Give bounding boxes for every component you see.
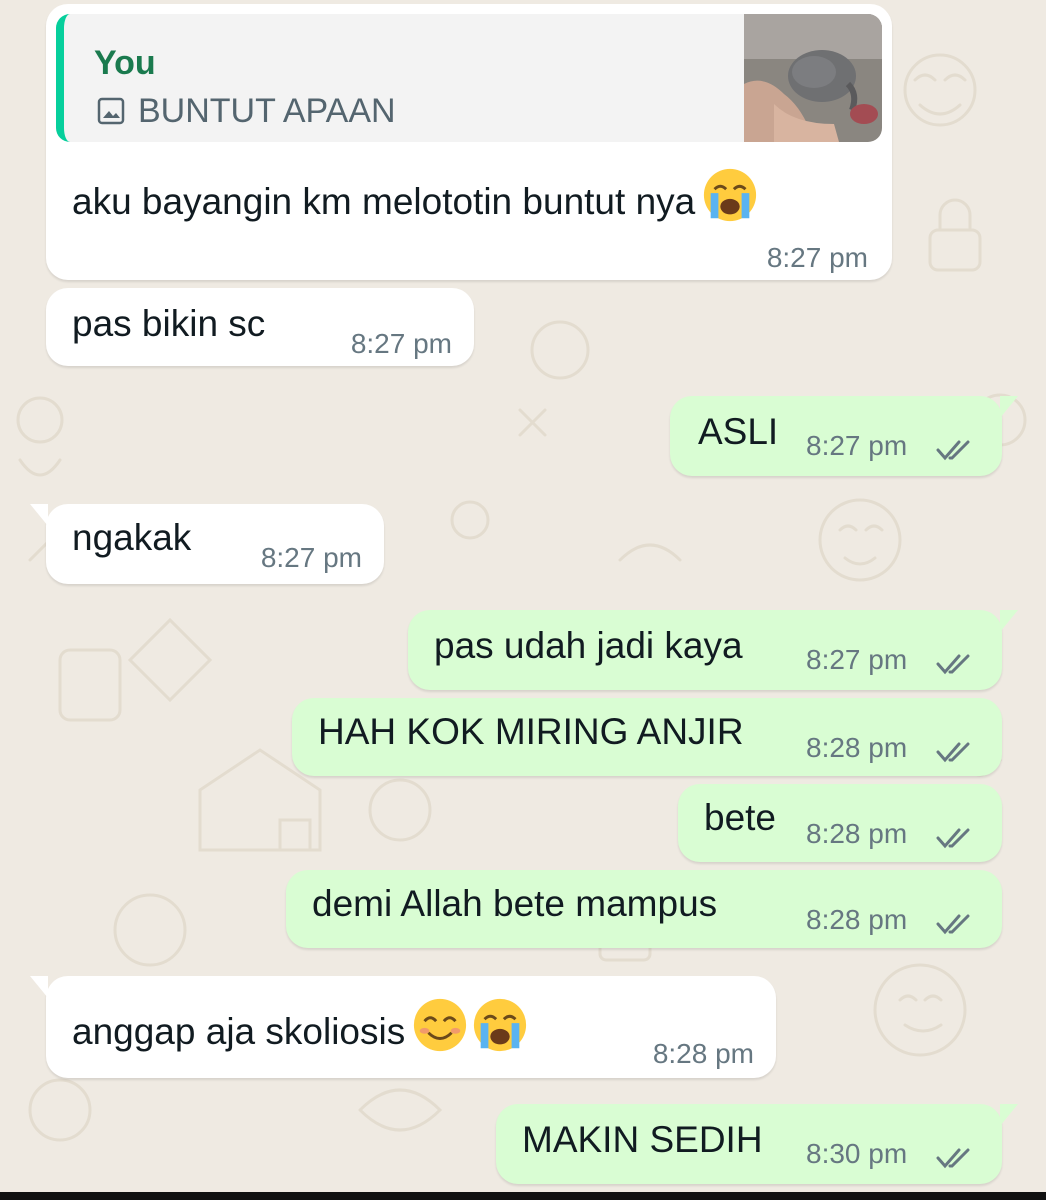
message-timestamp: 8:27 pm (260, 542, 362, 573)
quoted-photo-thumbnail (744, 14, 882, 142)
message-text: aku bayangin km melototin buntut nya (72, 166, 759, 224)
smiling-face-with-smiling-eyes-emoji-icon (414, 998, 467, 1052)
quoted-author: You (94, 44, 156, 82)
message-timestamp: 8:28 pm (806, 818, 908, 849)
message-text: ngakak (72, 517, 192, 558)
photo-icon (97, 97, 125, 125)
message-bubble-outgoing[interactable]: MAKIN SEDIH 8:30 pm (496, 1104, 1018, 1184)
message-bubble-incoming[interactable]: anggap aja skoliosis 8:28 pm (30, 976, 776, 1078)
message-timestamp: 8:27 pm (806, 430, 908, 461)
message-bubble-outgoing[interactable]: bete 8:28 pm (678, 784, 1002, 862)
message-timestamp: 8:30 pm (806, 1138, 908, 1169)
message-text: pas udah jadi kaya (434, 625, 743, 666)
loudly-crying-face-emoji-icon (474, 998, 527, 1052)
message-text: anggap aja skoliosis (72, 996, 529, 1054)
message-timestamp: 8:28 pm (806, 904, 908, 935)
message-bubble-outgoing[interactable]: pas udah jadi kaya 8:27 pm (408, 610, 1018, 690)
message-bubble-incoming[interactable]: ngakak 8:27 pm (30, 504, 384, 584)
message-text: HAH KOK MIRING ANJIR (318, 711, 744, 752)
message-bubble-outgoing[interactable]: ASLI 8:27 pm (670, 396, 1018, 476)
message-text: demi Allah bete mampus (312, 883, 718, 924)
loudly-crying-face-emoji-icon (704, 168, 757, 222)
message-bubble-outgoing[interactable]: HAH KOK MIRING ANJIR 8:28 pm (292, 698, 1002, 776)
message-timestamp: 8:27 pm (350, 328, 452, 359)
chat-window: You BUNTUT APAAN aku bayangin km melotot… (0, 0, 1046, 1200)
quoted-message[interactable]: You BUNTUT APAAN (56, 14, 882, 142)
message-text: bete (704, 797, 777, 838)
message-bubble-incoming[interactable]: pas bikin sc 8:27 pm (46, 288, 474, 366)
message-timestamp: 8:28 pm (652, 1038, 754, 1069)
read-double-check-icon (936, 914, 970, 935)
quoted-caption-row: BUNTUT APAAN (96, 92, 396, 131)
message-text: ASLI (698, 411, 779, 452)
read-double-check-icon (936, 1148, 970, 1169)
message-timestamp: 8:28 pm (806, 732, 908, 763)
read-double-check-icon (936, 440, 970, 461)
read-double-check-icon (936, 654, 970, 675)
message-bubble-incoming[interactable]: You BUNTUT APAAN aku bayangin km melotot… (46, 4, 892, 280)
message-bubble-outgoing[interactable]: demi Allah bete mampus 8:28 pm (286, 870, 1002, 948)
message-text: pas bikin sc (72, 303, 266, 344)
message-timestamp: 8:27 pm (806, 644, 908, 675)
message-text: MAKIN SEDIH (522, 1119, 763, 1160)
read-double-check-icon (936, 742, 970, 763)
quoted-caption: BUNTUT APAAN (138, 92, 396, 130)
bottom-edge-bar (0, 1192, 1046, 1200)
message-timestamp: 8:27 pm (766, 242, 868, 273)
read-double-check-icon (936, 828, 970, 849)
